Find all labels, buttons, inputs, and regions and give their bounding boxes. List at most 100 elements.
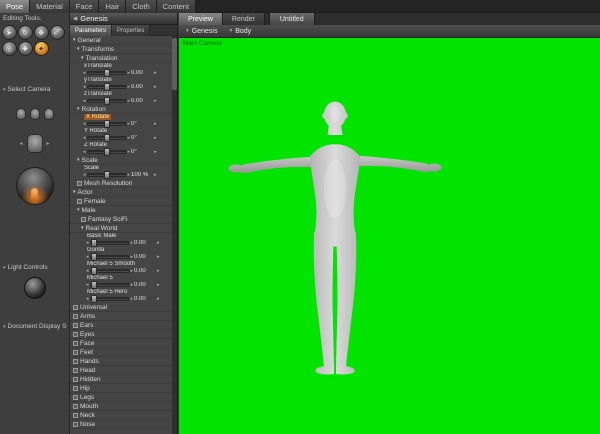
camera-view-head-icon[interactable] — [16, 108, 26, 120]
collapsed-box-icon[interactable] — [73, 332, 78, 337]
slider-left-arrow-icon[interactable]: ◂ — [83, 84, 86, 90]
slider-right-arrow-icon[interactable]: ▸ — [128, 98, 131, 104]
slider-track[interactable] — [90, 269, 130, 273]
parameters-tab-parameters[interactable]: Parameters — [70, 25, 112, 36]
main-tab-face[interactable]: Face — [70, 0, 100, 13]
collapsed-box-icon[interactable] — [73, 323, 78, 328]
slider-handle[interactable] — [104, 120, 110, 128]
slider-handle[interactable] — [104, 83, 110, 91]
document-display-section-header[interactable]: ▾ Document Display S — [0, 321, 69, 331]
universal-tool-button[interactable]: ◎ — [2, 41, 17, 56]
expanded-triangle-icon[interactable]: ▾ — [77, 45, 80, 54]
collapsed-box-icon[interactable] — [73, 350, 78, 355]
slider-right-arrow-icon[interactable]: ▸ — [128, 70, 131, 76]
slider-left-arrow-icon[interactable]: ◂ — [86, 282, 89, 288]
slider-track[interactable] — [87, 173, 127, 177]
param-group-scale[interactable]: ▾Scale — [70, 156, 172, 165]
slider-left-arrow-icon[interactable]: ◂ — [83, 98, 86, 104]
collapsed-box-icon[interactable] — [73, 314, 78, 319]
collapsed-box-icon[interactable] — [73, 341, 78, 346]
slider-nudge-icon[interactable]: ▸ — [157, 268, 160, 274]
param-group-translation[interactable]: ▾Translation — [70, 54, 172, 63]
slider-right-arrow-icon[interactable]: ▸ — [128, 135, 131, 141]
collapsed-box-icon[interactable] — [73, 413, 78, 418]
slider-left-arrow-icon[interactable]: ◂ — [86, 254, 89, 260]
slider-handle[interactable] — [104, 148, 110, 156]
document-tab-untitled[interactable]: Untitled — [269, 13, 315, 25]
main-tab-material[interactable]: Material — [30, 0, 70, 13]
slider-nudge-icon[interactable]: ▸ — [157, 254, 160, 260]
slider-right-arrow-icon[interactable]: ▸ — [131, 254, 134, 260]
slider-left-arrow-icon[interactable]: ◂ — [83, 135, 86, 141]
camera-rotate-left-icon[interactable]: ◂ — [19, 140, 22, 147]
camera-selector-widget[interactable]: ◂ ▸ — [3, 94, 67, 262]
camera-main-head-icon[interactable] — [27, 134, 43, 153]
slider-handle[interactable] — [91, 295, 97, 303]
collapsed-box-icon[interactable] — [73, 395, 78, 400]
collapsed-box-icon[interactable] — [81, 217, 86, 222]
slider-track[interactable] — [90, 241, 130, 245]
slider-handle[interactable] — [91, 267, 97, 275]
slider-handle[interactable] — [91, 281, 97, 289]
light-control-sphere[interactable] — [24, 277, 46, 299]
slider-nudge-icon[interactable]: ▸ — [154, 172, 157, 178]
slider-track[interactable] — [87, 85, 127, 89]
scrollbar-thumb[interactable] — [172, 38, 177, 90]
slider-track[interactable] — [87, 99, 127, 103]
slider-left-arrow-icon[interactable]: ◂ — [83, 172, 86, 178]
slider-handle[interactable] — [104, 134, 110, 142]
slider-handle[interactable] — [104, 69, 110, 77]
slider-nudge-icon[interactable]: ▸ — [154, 84, 157, 90]
slider-track[interactable] — [87, 122, 127, 126]
collapsed-box-icon[interactable] — [73, 377, 78, 382]
slider-right-arrow-icon[interactable]: ▸ — [131, 296, 134, 302]
slider-handle[interactable] — [91, 253, 97, 261]
collapsed-box-icon[interactable] — [73, 305, 78, 310]
expanded-triangle-icon[interactable]: ▾ — [81, 54, 84, 63]
translate-tool-button[interactable]: ✥ — [34, 25, 49, 40]
viewport-dropdown-genesis[interactable]: ▾Genesis — [186, 28, 217, 35]
active-pose-tool-button[interactable]: ✦ — [34, 41, 49, 56]
main-tab-hair[interactable]: Hair — [99, 0, 126, 13]
slider-left-arrow-icon[interactable]: ◂ — [83, 121, 86, 127]
viewport-tab-preview[interactable]: Preview — [179, 13, 223, 25]
collapsed-box-icon[interactable] — [73, 404, 78, 409]
slider-right-arrow-icon[interactable]: ▸ — [131, 240, 134, 246]
viewport-3d[interactable]: Main Camera — [179, 38, 600, 434]
expanded-triangle-icon[interactable]: ▾ — [73, 188, 76, 197]
slider-nudge-icon[interactable]: ▸ — [154, 149, 157, 155]
rotate-tool-button[interactable]: ↻ — [18, 25, 33, 40]
camera-view-head-icon[interactable] — [44, 108, 54, 120]
surface-selection-tool-button[interactable]: ✚ — [18, 41, 33, 56]
slider-left-arrow-icon[interactable]: ◂ — [86, 296, 89, 302]
main-tab-cloth[interactable]: Cloth — [126, 0, 157, 13]
select-camera-section-header[interactable]: ▾ Select Camera — [0, 84, 69, 94]
slider-right-arrow-icon[interactable]: ▸ — [128, 121, 131, 127]
collapsed-box-icon[interactable] — [77, 181, 82, 186]
collapsed-box-icon[interactable] — [73, 359, 78, 364]
slider-left-arrow-icon[interactable]: ◂ — [86, 268, 89, 274]
slider-right-arrow-icon[interactable]: ▸ — [131, 282, 134, 288]
param-category-nose[interactable]: Nose — [70, 420, 172, 429]
collapsed-box-icon[interactable] — [73, 386, 78, 391]
slider-track[interactable] — [90, 255, 130, 259]
slider-nudge-icon[interactable]: ▸ — [154, 135, 157, 141]
slider-nudge-icon[interactable]: ▸ — [154, 70, 157, 76]
node-selection-tool-button[interactable]: ➤ — [2, 25, 17, 40]
genesis-figure[interactable] — [179, 38, 600, 434]
expanded-triangle-icon[interactable]: ▾ — [77, 105, 80, 114]
collapsed-box-icon[interactable] — [73, 368, 78, 373]
slider-right-arrow-icon[interactable]: ▸ — [131, 268, 134, 274]
expanded-triangle-icon[interactable]: ▾ — [73, 36, 76, 45]
slider-left-arrow-icon[interactable]: ◂ — [83, 149, 86, 155]
param-group-rotation[interactable]: ▾Rotation — [70, 105, 172, 114]
light-controls-section-header[interactable]: ▾ Light Controls — [0, 262, 69, 272]
expanded-triangle-icon[interactable]: ▾ — [81, 224, 84, 233]
slider-track[interactable] — [87, 150, 127, 154]
param-group-real-world[interactable]: ▾Real World — [70, 224, 172, 233]
slider-handle[interactable] — [104, 171, 110, 179]
slider-right-arrow-icon[interactable]: ▸ — [128, 172, 131, 178]
expanded-triangle-icon[interactable]: ▾ — [77, 156, 80, 165]
collapsed-box-icon[interactable] — [73, 422, 78, 427]
expanded-triangle-icon[interactable]: ▾ — [77, 206, 80, 215]
